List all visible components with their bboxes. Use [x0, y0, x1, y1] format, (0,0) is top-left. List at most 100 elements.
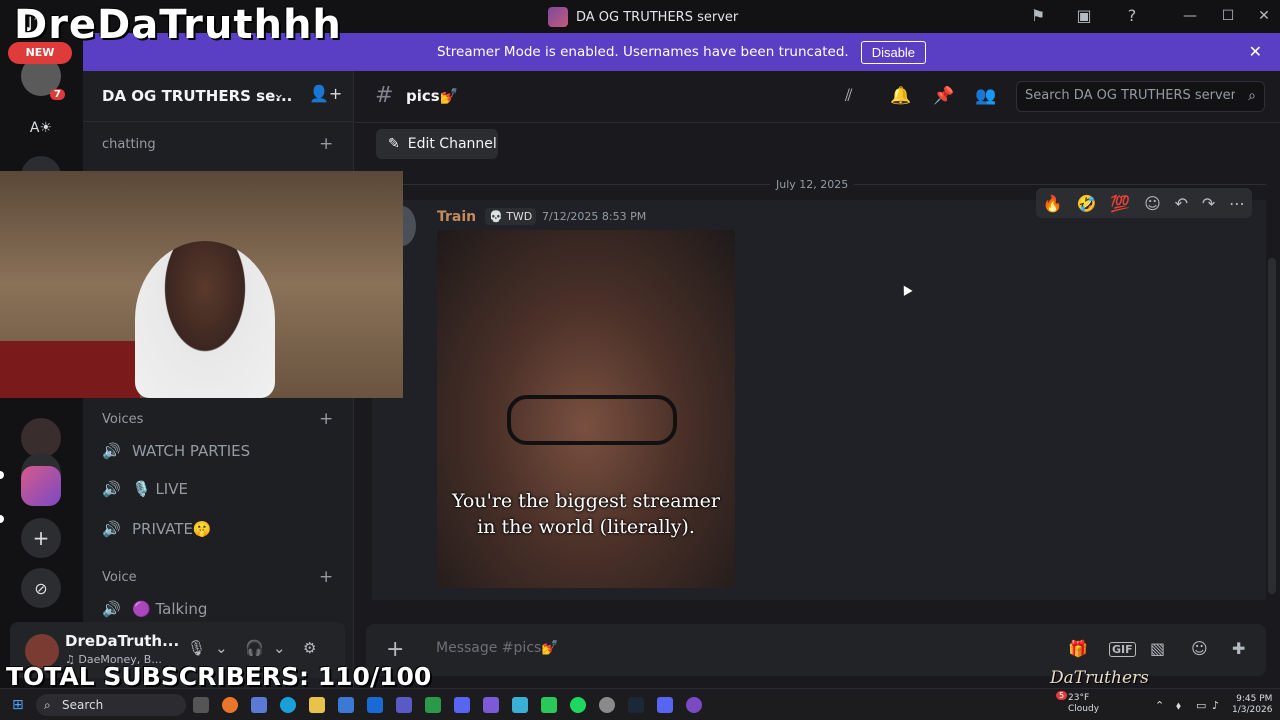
spotify-icon[interactable] — [570, 697, 586, 713]
file-explorer-icon[interactable] — [309, 697, 325, 713]
category-voice[interactable]: Voice — [102, 570, 137, 585]
bell-icon[interactable]: 🔔 — [890, 86, 911, 106]
search-icon[interactable]: ⌕ — [1248, 88, 1256, 104]
search-icon: ⌕ — [44, 698, 51, 712]
xbox-icon[interactable] — [425, 697, 441, 713]
date-divider: July 12, 2025 — [770, 178, 855, 191]
message-author[interactable]: Train — [437, 209, 476, 225]
store-icon[interactable] — [338, 697, 354, 713]
server-icon-selected[interactable] — [21, 466, 61, 506]
members-icon[interactable]: 👥 — [975, 86, 996, 106]
webcam-overlay — [0, 171, 403, 398]
minimize-button[interactable]: — — [1178, 6, 1202, 26]
server-icon[interactable] — [21, 418, 61, 458]
headphones-icon[interactable]: 🎧 — [245, 639, 264, 657]
invite-people-icon[interactable]: 👤+ — [309, 84, 342, 103]
network-icon[interactable]: ▭ — [1196, 699, 1206, 712]
category-chatting[interactable]: chatting — [102, 137, 156, 152]
message-image[interactable]: You're the biggest streamer in the world… — [437, 230, 735, 588]
server-icon-a[interactable]: A☀ — [21, 108, 61, 148]
voice-channel-live[interactable]: 🔊 🎙️ LIVE — [102, 473, 342, 505]
discover-icon[interactable]: ⊘ — [21, 568, 61, 608]
threads-icon[interactable]: ⫽ — [845, 86, 853, 106]
weather-widget[interactable]: 23°F Cloudy — [1068, 693, 1099, 715]
edge-icon[interactable] — [280, 697, 296, 713]
chevron-down-icon[interactable]: ⌄ — [273, 86, 285, 102]
add-reaction-icon[interactable]: ☺ — [1144, 194, 1161, 213]
app-icon[interactable] — [512, 697, 528, 713]
close-window-button[interactable]: ✕ — [1252, 6, 1276, 26]
scrollbar[interactable] — [1268, 258, 1276, 594]
inbox-icon[interactable]: ▣ — [1074, 6, 1094, 26]
add-server-icon[interactable]: + — [21, 518, 61, 558]
microphone-icon[interactable]: 🎙 — [187, 639, 206, 657]
emoji-icon[interactable]: ☺ — [1191, 639, 1208, 658]
user-tag: 💀 TWD — [485, 208, 537, 225]
category-voices[interactable]: Voices — [102, 412, 143, 427]
chevron-down-icon[interactable]: ⌄ — [273, 639, 286, 657]
gif-icon[interactable]: GIF — [1109, 642, 1136, 657]
edit-channel-button[interactable]: ✎ Edit Channel — [376, 129, 498, 159]
sticker-icon[interactable]: ▧ — [1150, 639, 1165, 658]
voice-channel-watch-parties[interactable]: 🔊 WATCH PARTIES — [102, 435, 342, 467]
steam-icon[interactable] — [628, 697, 644, 713]
gear-icon[interactable]: ⚙ — [303, 639, 316, 657]
app-icon[interactable] — [483, 697, 499, 713]
unread-pill — [0, 471, 4, 479]
reaction-laugh[interactable]: 🤣 — [1077, 194, 1097, 213]
task-view-icon[interactable] — [193, 697, 209, 713]
reaction-fire[interactable]: 🔥 — [1043, 194, 1063, 213]
user-name[interactable]: DreDaTruth... — [65, 632, 179, 650]
clock[interactable]: 9:45 PM 1/3/2026 — [1232, 694, 1272, 716]
search-box[interactable]: ⌕ — [1016, 81, 1265, 112]
reaction-hundred[interactable]: 💯 — [1110, 194, 1130, 213]
add-channel-icon[interactable]: + — [319, 409, 333, 429]
voice-channel-talking[interactable]: 🔊 🟣 Talking — [102, 593, 342, 625]
app-icon[interactable] — [657, 697, 673, 713]
help-icon[interactable]: ? — [1122, 6, 1142, 26]
attach-icon[interactable]: + — [386, 637, 404, 662]
volume-icon[interactable]: ♪ — [1212, 699, 1219, 712]
maximize-button[interactable]: ☐ — [1216, 6, 1240, 26]
obs-icon[interactable] — [599, 697, 615, 713]
apps-icon[interactable]: ✚ — [1232, 639, 1245, 658]
pin-icon[interactable]: 📌 — [933, 86, 954, 106]
streamer-name-overlay: DreDaTruthhh — [14, 2, 342, 48]
discord-icon[interactable] — [454, 697, 470, 713]
add-channel-icon[interactable]: + — [319, 567, 333, 587]
chevron-down-icon[interactable]: ⌄ — [215, 639, 228, 657]
outlook-icon[interactable] — [367, 697, 383, 713]
nvidia-icon[interactable] — [541, 697, 557, 713]
server-header[interactable]: DA OG TRUTHERS se... ⌄ 👤+ — [83, 71, 354, 122]
message-timestamp: 7/12/2025 8:53 PM — [542, 210, 647, 223]
app-icon[interactable] — [686, 697, 702, 713]
close-icon[interactable]: ✕ — [1249, 42, 1262, 61]
search-input[interactable] — [1025, 88, 1235, 103]
disable-button[interactable]: Disable — [860, 40, 927, 64]
webcam-background — [0, 341, 140, 398]
app-icon[interactable] — [251, 697, 267, 713]
teams-icon[interactable] — [396, 697, 412, 713]
flag-icon[interactable]: ⚑ — [1028, 6, 1048, 26]
voice-channel-private[interactable]: 🔊 PRIVATE🤫 — [102, 513, 342, 545]
add-channel-icon[interactable]: + — [319, 134, 333, 154]
image-glasses — [507, 395, 677, 445]
speaker-icon: 🔊 — [102, 442, 121, 460]
message[interactable]: Train 💀 TWD 7/12/2025 8:53 PM You're the… — [372, 200, 1266, 600]
message-input[interactable] — [436, 640, 1036, 656]
forward-icon[interactable]: ↷ — [1202, 194, 1215, 213]
pencil-icon: ✎ — [388, 136, 400, 152]
tray-overflow-icon[interactable]: ⌃ — [1155, 699, 1164, 712]
more-icon[interactable]: ⋯ — [1229, 194, 1245, 213]
image-caption: You're the biggest streamer in the world… — [452, 490, 720, 538]
reply-icon[interactable]: ↶ — [1175, 194, 1188, 213]
speaker-icon: 🔊 — [102, 480, 121, 498]
windows-start-icon[interactable]: ⊞ — [12, 697, 28, 713]
twitch-tray-icon[interactable]: ⬧ — [1176, 699, 1181, 713]
firefox-icon[interactable] — [222, 697, 238, 713]
server-name: DA OG TRUTHERS se... — [102, 87, 293, 105]
webcam-person — [135, 241, 275, 398]
taskbar-search[interactable]: ⌕ Search — [36, 694, 186, 716]
subscriber-count-overlay: TOTAL SUBSCRIBERS: 110/100 — [6, 662, 432, 691]
gift-icon[interactable]: 🎁 — [1068, 639, 1088, 658]
